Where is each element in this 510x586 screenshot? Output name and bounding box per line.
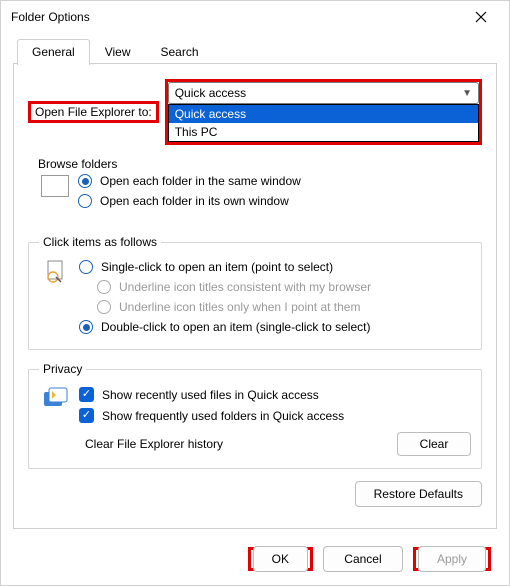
tab-view[interactable]: View bbox=[90, 39, 146, 64]
tabstrip: General View Search bbox=[1, 39, 509, 64]
privacy-group: Privacy ✓ Show recently used files in Qu… bbox=[28, 362, 482, 469]
tab-general[interactable]: General bbox=[17, 39, 90, 65]
apply-highlight: Apply bbox=[413, 547, 491, 571]
clear-button[interactable]: Clear bbox=[397, 432, 471, 456]
folder-icon bbox=[38, 171, 72, 201]
ok-highlight: OK bbox=[248, 547, 313, 571]
checkbox-icon: ✓ bbox=[79, 408, 94, 423]
close-button[interactable] bbox=[463, 3, 499, 31]
folder-options-dialog: Folder Options General View Search Open … bbox=[0, 0, 510, 586]
check-recent-files[interactable]: ✓ Show recently used files in Quick acce… bbox=[79, 384, 471, 405]
tab-panel-general: Open File Explorer to: Quick access ▼ Qu… bbox=[13, 63, 497, 529]
open-explorer-label: Open File Explorer to: bbox=[28, 101, 159, 123]
radio-icon bbox=[78, 174, 92, 188]
privacy-icon bbox=[39, 384, 73, 414]
clear-history-label: Clear File Explorer history bbox=[85, 437, 223, 451]
radio-same-window[interactable]: Open each folder in the same window bbox=[78, 171, 472, 191]
click-items-legend: Click items as follows bbox=[39, 235, 161, 249]
radio-icon bbox=[78, 194, 92, 208]
radio-double-click[interactable]: Double-click to open an item (single-cli… bbox=[79, 317, 471, 337]
open-explorer-row: Open File Explorer to: Quick access ▼ Qu… bbox=[28, 79, 482, 145]
cancel-button[interactable]: Cancel bbox=[323, 546, 403, 572]
combo-item-this-pc[interactable]: This PC bbox=[169, 123, 478, 141]
open-explorer-combobox[interactable]: Quick access ▼ bbox=[168, 82, 479, 104]
browse-folders-legend: Browse folders bbox=[34, 157, 121, 171]
tab-search[interactable]: Search bbox=[146, 39, 214, 64]
radio-own-window[interactable]: Open each folder in its own window bbox=[78, 191, 472, 211]
combo-item-quick-access[interactable]: Quick access bbox=[169, 105, 478, 123]
dialog-title: Folder Options bbox=[11, 10, 90, 24]
open-explorer-dropdown: Quick access This PC bbox=[168, 104, 479, 142]
chevron-down-icon: ▼ bbox=[462, 88, 472, 99]
privacy-legend: Privacy bbox=[39, 362, 86, 376]
apply-button[interactable]: Apply bbox=[418, 546, 486, 572]
radio-single-click[interactable]: Single-click to open an item (point to s… bbox=[79, 257, 471, 277]
open-explorer-combo-highlight: Quick access ▼ Quick access This PC bbox=[165, 79, 482, 145]
file-click-icon bbox=[39, 257, 73, 287]
radio-icon bbox=[79, 320, 93, 334]
radio-underline-point: Underline icon titles only when I point … bbox=[97, 297, 471, 317]
dialog-footer: OK Cancel Apply bbox=[1, 533, 509, 585]
check-frequent-folders[interactable]: ✓ Show frequently used folders in Quick … bbox=[79, 405, 471, 426]
radio-icon bbox=[97, 280, 111, 294]
titlebar: Folder Options bbox=[1, 1, 509, 33]
restore-defaults-button[interactable]: Restore Defaults bbox=[355, 481, 482, 507]
open-explorer-selected: Quick access bbox=[175, 86, 246, 100]
click-items-group: Click items as follows Single-click to o… bbox=[28, 235, 482, 350]
radio-underline-browser: Underline icon titles consistent with my… bbox=[97, 277, 471, 297]
radio-icon bbox=[79, 260, 93, 274]
radio-icon bbox=[97, 300, 111, 314]
ok-button[interactable]: OK bbox=[253, 546, 308, 572]
browse-folders-group: Browse folders Open each folder in the s… bbox=[28, 157, 482, 223]
checkbox-icon: ✓ bbox=[79, 387, 94, 402]
